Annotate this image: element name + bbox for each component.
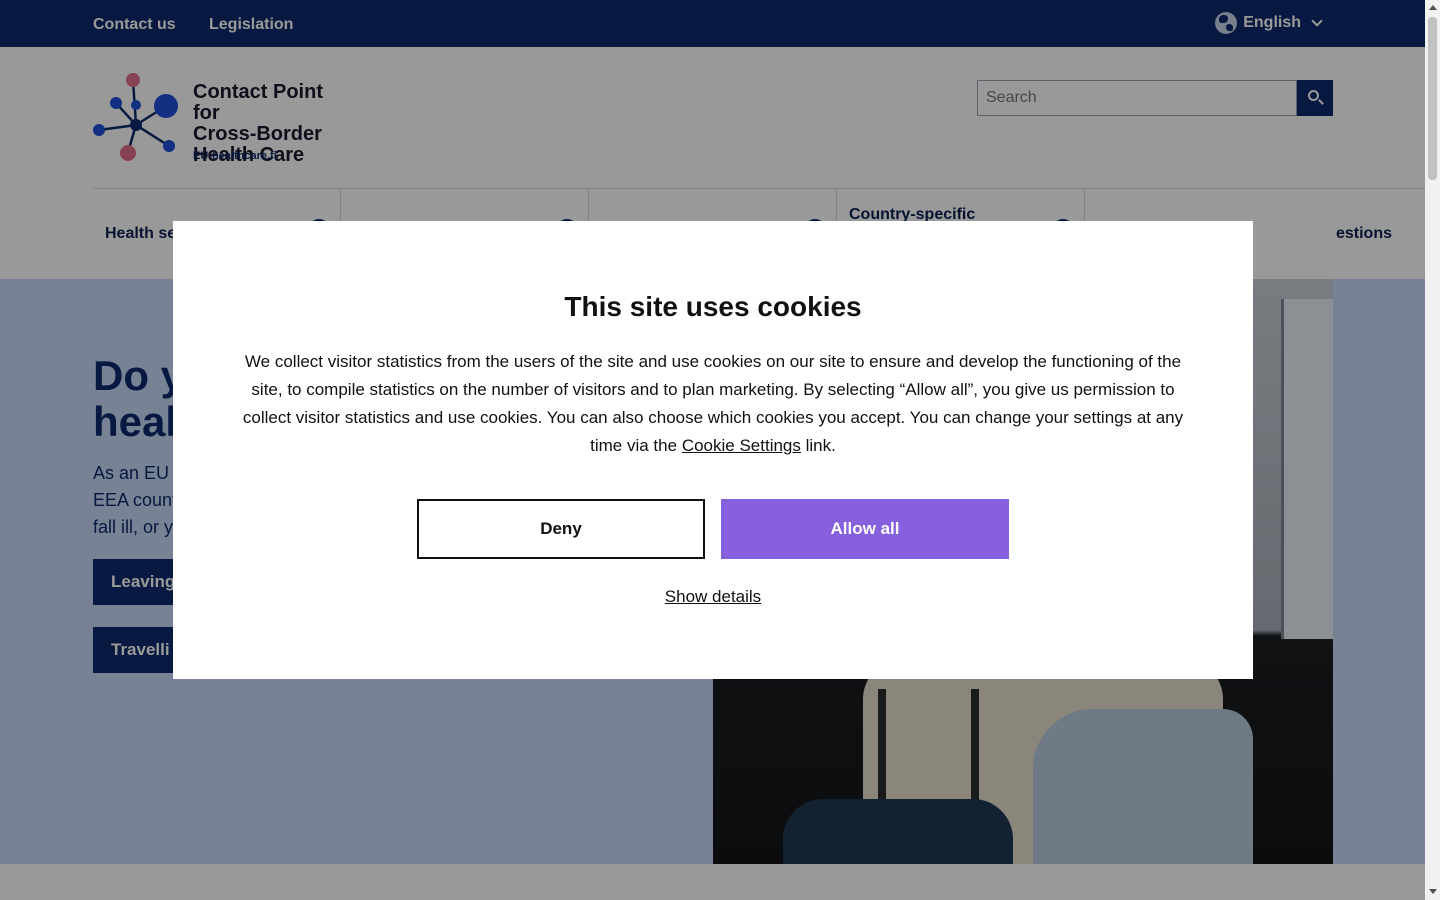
vertical-scrollbar[interactable] — [1425, 0, 1440, 900]
allow-all-button[interactable]: Allow all — [721, 499, 1009, 559]
show-details-link[interactable]: Show details — [173, 587, 1253, 607]
scroll-up-icon[interactable] — [1429, 5, 1437, 10]
cookie-consent-dialog: This site uses cookies We collect visito… — [173, 221, 1253, 679]
cookie-settings-link[interactable]: Cookie Settings — [682, 436, 801, 455]
scrollbar-thumb[interactable] — [1428, 17, 1437, 180]
scroll-down-icon[interactable] — [1429, 889, 1437, 894]
deny-button[interactable]: Deny — [417, 499, 705, 559]
cookie-dialog-title: This site uses cookies — [564, 291, 862, 322]
cookie-dialog-text: We collect visitor statistics from the u… — [235, 348, 1191, 460]
cookie-text-end: link. — [805, 436, 836, 455]
